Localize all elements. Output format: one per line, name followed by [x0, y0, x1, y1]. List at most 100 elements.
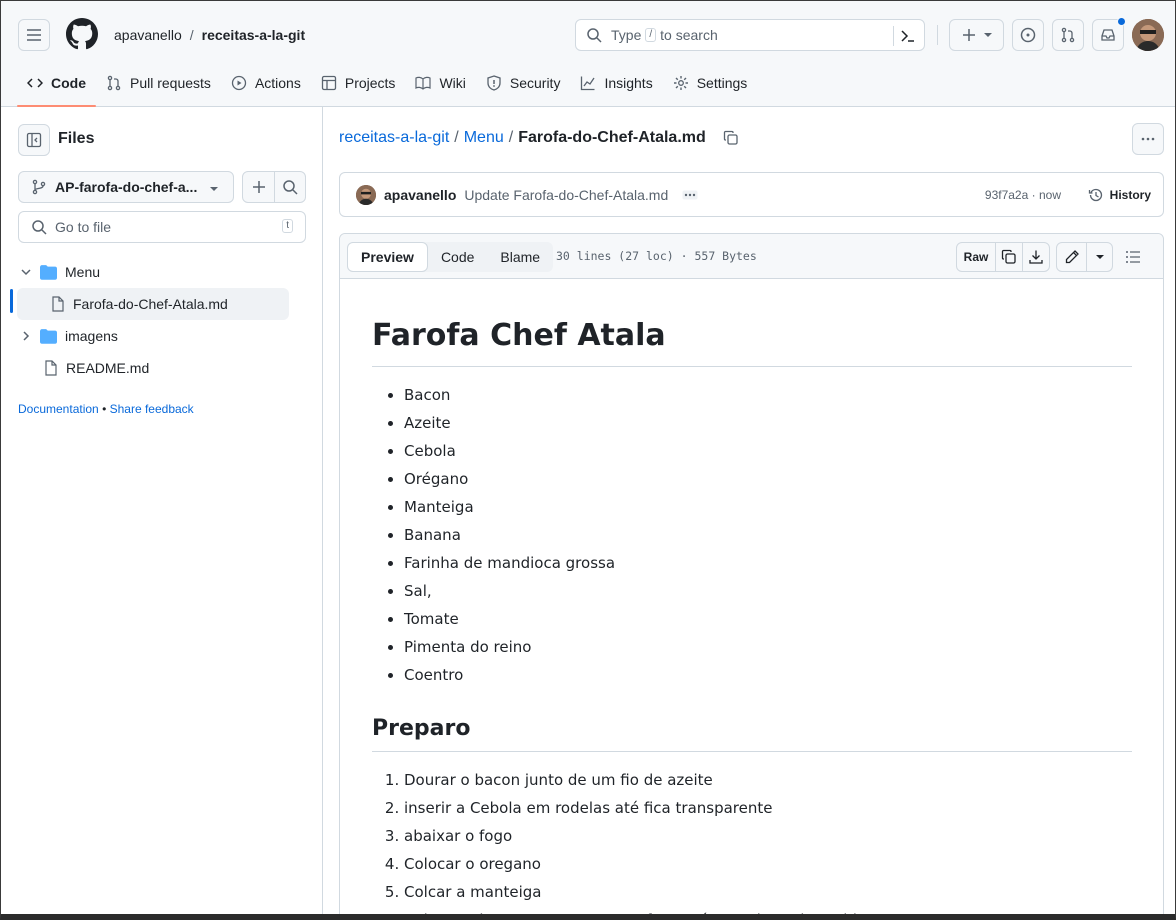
repo-link[interactable]: receitas-a-la-git: [202, 27, 305, 43]
chevron-right-icon: [23, 331, 30, 341]
issue-icon: [1020, 27, 1036, 43]
edit-options-button[interactable]: [1086, 243, 1112, 271]
copy-raw-button[interactable]: [995, 243, 1022, 271]
file-viewer: Preview Code Blame 30 lines (27 loc) · 5…: [339, 233, 1164, 914]
commit-details-toggle[interactable]: [682, 190, 698, 200]
inbox-icon: [1101, 29, 1115, 41]
pull-requests-button[interactable]: [1052, 19, 1084, 51]
history-label: History: [1109, 187, 1151, 202]
search-icon: [283, 180, 298, 195]
list-item: Colcar a manteiga: [404, 878, 1132, 906]
breadcrumb-separator: /: [508, 129, 514, 146]
user-avatar[interactable]: [1132, 19, 1164, 51]
browser-frame: apavanello / receitas-a-la-git Type / to…: [0, 0, 1176, 920]
list-item: Dourar o bacon junto de um fio de azeite: [404, 766, 1132, 794]
search-input[interactable]: Type / to search: [575, 19, 925, 51]
tab-code[interactable]: Code: [17, 65, 96, 107]
menu-button[interactable]: [18, 19, 50, 51]
copy-path-icon[interactable]: [723, 130, 739, 146]
breadcrumb-repo-link[interactable]: receitas-a-la-git: [339, 129, 449, 147]
edit-group: [1056, 242, 1113, 272]
plus-icon: [252, 181, 265, 193]
edit-file-button[interactable]: [1057, 243, 1086, 271]
file-icon: [52, 296, 64, 312]
ingredients-list: BaconAzeiteCebolaOréganoManteigaBananaFa…: [372, 381, 1132, 689]
play-icon: [231, 75, 247, 91]
tab-blame[interactable]: Blame: [487, 242, 553, 272]
raw-button[interactable]: Raw: [957, 243, 995, 271]
tree-item-farofa[interactable]: Farofa-do-Chef-Atala.md: [17, 288, 289, 320]
tree-item-label: Menu: [65, 264, 101, 280]
list-item: Colocar a banana e aumentar o fogo até u…: [404, 906, 1132, 914]
commit-meta: 93f7a2a · now: [985, 188, 1061, 202]
tab-actions[interactable]: Actions: [221, 65, 311, 101]
tab-insights[interactable]: Insights: [570, 65, 662, 101]
tab-projects[interactable]: Projects: [311, 65, 406, 101]
documentation-link[interactable]: Documentation: [18, 402, 99, 416]
commit-message[interactable]: Update Farofa-do-Chef-Atala.md: [464, 187, 668, 203]
branch-selector[interactable]: AP-farofa-do-chef-a...: [18, 171, 234, 203]
breadcrumb-folder-link[interactable]: Menu: [464, 129, 504, 147]
list-item: Colocar o oregano: [404, 850, 1132, 878]
tree-item-imagens[interactable]: imagens: [17, 320, 289, 352]
add-file-button[interactable]: [243, 172, 274, 202]
steps-list: Dourar o bacon junto de um fio de azeite…: [372, 766, 1132, 914]
tab-actions-label: Actions: [254, 75, 301, 91]
document-title: Farofa Chef Atala: [372, 314, 1132, 367]
section-heading: Preparo: [372, 713, 1132, 752]
tab-settings[interactable]: Settings: [663, 65, 758, 101]
inbox-button[interactable]: [1092, 17, 1126, 51]
history-button[interactable]: History: [1088, 187, 1151, 203]
commit-sha[interactable]: 93f7a2a: [985, 188, 1028, 202]
file-view: receitas-a-la-git / Menu / Farofa-do-Che…: [323, 107, 1175, 914]
github-logo-icon[interactable]: [66, 18, 98, 50]
outline-button[interactable]: [1117, 242, 1149, 272]
tree-item-label: Farofa-do-Chef-Atala.md: [73, 296, 228, 312]
tree-item-readme[interactable]: README.md: [17, 352, 289, 384]
tree-item-label: README.md: [66, 360, 150, 376]
create-new-button[interactable]: [949, 19, 1004, 51]
markdown-body: Farofa Chef Atala BaconAzeiteCebolaOréga…: [372, 314, 1132, 914]
search-type-label: Type: [611, 27, 642, 43]
file-icon: [45, 360, 57, 376]
tab-pull-requests-label: Pull requests: [130, 75, 211, 91]
owner-link[interactable]: apavanello: [114, 27, 182, 43]
share-feedback-link[interactable]: Share feedback: [110, 402, 194, 416]
tab-pull-requests[interactable]: Pull requests: [96, 65, 221, 101]
command-palette-icon[interactable]: [900, 28, 916, 44]
go-to-file-shortcut: t: [282, 219, 293, 233]
tree-item-label: imagens: [65, 328, 118, 344]
download-button[interactable]: [1022, 243, 1049, 271]
list-item: Tomate: [404, 605, 1132, 633]
folder-open-icon: [40, 264, 57, 280]
tab-code[interactable]: Code: [428, 242, 487, 272]
list-item: abaixar o fogo: [404, 822, 1132, 850]
tab-preview[interactable]: Preview: [347, 242, 428, 272]
list-item: Sal,: [404, 577, 1132, 605]
gear-icon: [673, 76, 688, 90]
shield-icon: [487, 75, 501, 91]
files-heading: Files: [58, 130, 95, 147]
file-breadcrumb: receitas-a-la-git / Menu / Farofa-do-Che…: [339, 129, 739, 147]
commit-author[interactable]: apavanello: [384, 187, 456, 203]
list-item: Orégano: [404, 465, 1132, 493]
go-to-file-input[interactable]: Go to file t: [18, 211, 306, 243]
commit-meta-separator: ·: [1031, 187, 1036, 202]
file-viewer-toolbar: Preview Code Blame 30 lines (27 loc) · 5…: [340, 234, 1163, 279]
tab-security-label: Security: [509, 75, 561, 91]
tab-security[interactable]: Security: [476, 65, 571, 101]
search-files-button[interactable]: [275, 172, 305, 202]
add-search-group: [242, 171, 306, 203]
tab-wiki[interactable]: Wiki: [405, 65, 475, 101]
tree-item-menu[interactable]: Menu: [17, 256, 289, 288]
issues-button[interactable]: [1012, 19, 1044, 51]
tab-insights-label: Insights: [604, 75, 653, 91]
tab-settings-label: Settings: [696, 75, 748, 91]
tab-wiki-label: Wiki: [439, 75, 466, 91]
more-options-button[interactable]: [1132, 123, 1164, 155]
list-item: Coentro: [404, 661, 1132, 689]
caret-down-icon: [210, 187, 218, 191]
search-icon: [587, 28, 602, 43]
commit-author-avatar[interactable]: [356, 184, 376, 205]
collapse-sidebar-button[interactable]: [18, 124, 50, 156]
